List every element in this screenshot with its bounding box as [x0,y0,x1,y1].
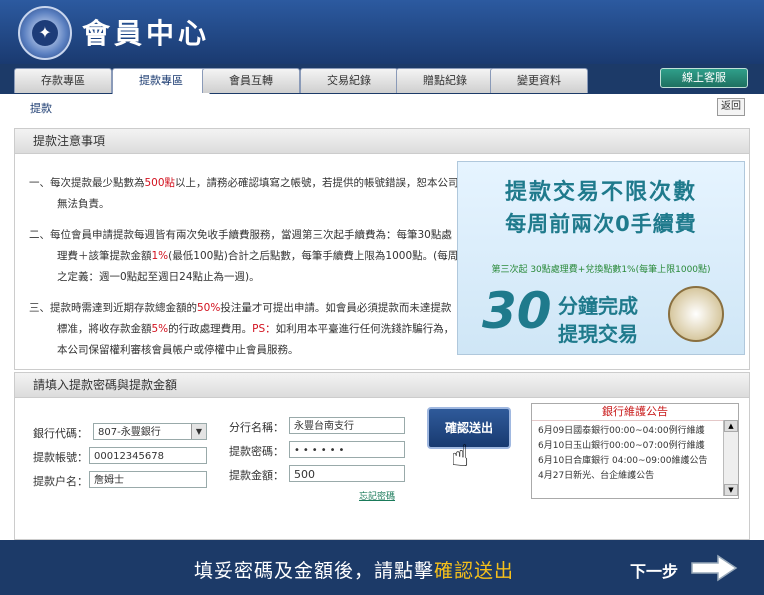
footer-instruction: 填妥密碼及金額後，請點擊確認送出 [194,560,515,582]
pocket-watch-icon [668,286,724,342]
amount-input[interactable]: 500 [289,465,405,482]
bank-code-select[interactable]: 807-永豐銀行 ▼ [93,423,207,440]
tab-bar: 存款專區 提款專區 會員互轉 交易紀錄 贈點紀錄 變更資料 [0,64,764,95]
chevron-down-icon: ▼ [191,424,206,439]
notice-list: 一、每次提款最少點數為500點以上，請務必確認填寫之帳號，若提供的帳號錯誤，恕本… [29,173,459,371]
bank-code-label: 銀行代碼： [33,427,88,440]
branch-input[interactable]: 永豐台南支行 [289,417,405,434]
header-bar: ✦ 會員中心 [0,0,764,64]
notice-scrollbar[interactable]: ▲ ▼ [723,420,738,496]
tab-change-profile[interactable]: 變更資料 [490,68,588,93]
list-item: 6月10日玉山銀行00:00~07:00例行維護 [538,441,705,451]
account-name-label: 提款户名： [33,475,88,488]
breadcrumb: 提款 [30,102,52,115]
password-label: 提款密碼： [229,445,284,458]
tab-withdraw[interactable]: 提款專區 [112,68,210,95]
promo-line4: 分鐘完成 [558,294,638,318]
notice-title: 提款注意事項 [15,129,749,154]
main-content: 提款 返回 提款注意事項 一、每次提款最少點數為500點以上，請務必確認填寫之帳… [0,94,764,540]
bank-notice-list: 6月09日國泰銀行00:00~04:00例行維護 6月10日玉山銀行00:00~… [538,424,718,484]
notice-item: 三、提款時需達到近期存款總金額的50%投注量才可提出申請。如會員必須提款而未達提… [29,302,455,356]
form-title: 請填入提款密碼與提款金額 [15,373,749,398]
withdraw-form-panel: 請填入提款密碼與提款金額 銀行代碼： 807-永豐銀行 ▼ 提款帳號： 00012… [14,372,750,540]
password-input[interactable]: •••••• [289,441,405,458]
promo-line5: 提現交易 [558,322,638,346]
arrow-right-icon[interactable] [690,554,738,582]
online-support-button[interactable]: 線上客服 [660,68,748,88]
bank-maintenance-notice: 銀行維護公告 6月09日國泰銀行00:00~04:00例行維護 6月10日玉山銀… [531,403,739,499]
tab-deposit[interactable]: 存款專區 [14,68,112,93]
back-button[interactable]: 返回 [717,98,745,116]
promo-line3: 第三次起 30點處理費+兌換點數1%(每筆上限1000點) [491,265,711,275]
promo-line1: 提款交易不限次數 [504,180,697,205]
scroll-up-icon[interactable]: ▲ [724,420,738,432]
branch-label: 分行名稱： [229,421,284,434]
notice-item: 二、每位會員申請提款每週皆有兩次免收手續費服務，當週第三次起手續費為：每筆30點… [29,229,459,283]
pointer-hand-icon: ☝ [451,439,470,474]
scroll-down-icon[interactable]: ▼ [724,484,738,496]
notice-panel: 提款注意事項 一、每次提款最少點數為500點以上，請務必確認填寫之帳號，若提供的… [14,128,750,370]
bank-notice-title: 銀行維護公告 [532,404,738,421]
notice-item: 一、每次提款最少點數為500點以上，請務必確認填寫之帳號，若提供的帳號錯誤，恕本… [29,177,459,210]
list-item: 4月27日新光、台企維護公告 [538,471,655,481]
footer-instruction-bar: 填妥密碼及金額後，請點擊確認送出 下一步 [0,540,764,595]
promo-banner: 提款交易不限次數 每周前兩次0手續費 第三次起 30點處理費+兌換點數1%(每筆… [457,161,745,355]
logo-icon: ✦ [18,6,72,60]
forgot-password-link[interactable]: 忘記密碼 [359,489,395,502]
next-step-label: 下一步 [630,562,679,581]
promo-number: 30 [482,282,552,340]
promo-line2: 每周前兩次0手續費 [505,212,697,236]
amount-label: 提款金額： [229,469,284,482]
tab-transaction-records[interactable]: 交易紀錄 [300,68,398,93]
list-item: 6月10日合庫銀行 04:00~09:00維護公告 [538,456,708,466]
list-item: 6月09日國泰銀行00:00~04:00例行維護 [538,426,705,436]
tab-member-transfer[interactable]: 會員互轉 [202,68,300,93]
account-input[interactable]: 00012345678 [89,447,207,464]
tab-bonus-records[interactable]: 贈點紀錄 [396,68,494,93]
page-title: 會員中心 [82,17,211,50]
account-name-input[interactable]: 詹姆士 [89,471,207,488]
account-label: 提款帳號： [33,451,88,464]
